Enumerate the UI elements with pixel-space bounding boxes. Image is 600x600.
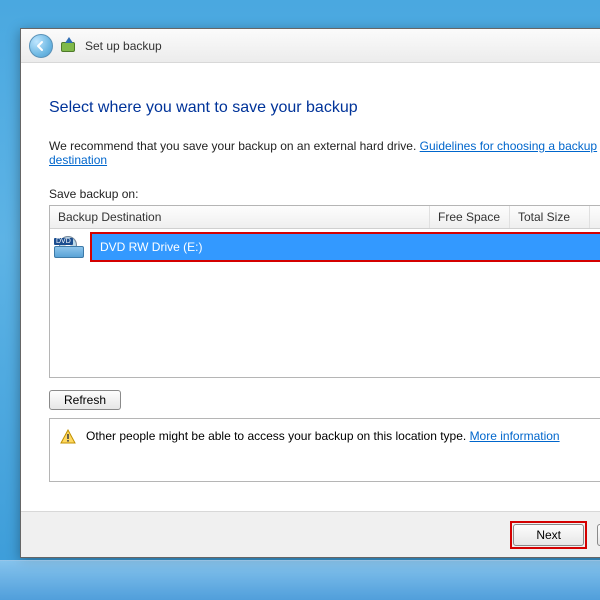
save-on-label: Save backup on: xyxy=(49,187,600,201)
col-total-size[interactable]: Total Size xyxy=(510,206,590,228)
back-button[interactable] xyxy=(29,34,53,58)
next-button[interactable]: Next xyxy=(513,524,584,546)
footer: Next Cancel xyxy=(21,511,600,557)
warning-box: Other people might be able to access you… xyxy=(49,418,600,482)
recommendation-text: We recommend that you save your backup o… xyxy=(49,139,600,167)
row-destination-name: DVD RW Drive (E:) xyxy=(100,240,436,254)
table-row[interactable]: DVD DVD RW Drive (E:) xyxy=(50,229,600,265)
more-information-link[interactable]: More information xyxy=(470,429,560,443)
titlebar: Set up backup xyxy=(21,29,600,63)
table-header: Backup Destination Free Space Total Size xyxy=(50,206,600,229)
window-title: Set up backup xyxy=(85,39,162,53)
backup-wizard-window: Set up backup Select where you want to s… xyxy=(20,28,600,558)
col-spacer xyxy=(590,206,600,228)
taskbar[interactable] xyxy=(0,560,600,600)
col-free-space[interactable]: Free Space xyxy=(430,206,510,228)
col-destination[interactable]: Backup Destination xyxy=(50,206,430,228)
page-heading: Select where you want to save your backu… xyxy=(49,99,600,117)
warning-text-container: Other people might be able to access you… xyxy=(86,429,560,443)
row-total-size xyxy=(516,240,596,254)
next-button-highlight: Next xyxy=(510,521,587,549)
row-free-space xyxy=(436,240,516,254)
refresh-button[interactable]: Refresh xyxy=(49,390,121,410)
backup-app-icon xyxy=(61,38,77,54)
warning-icon xyxy=(60,429,76,445)
recommendation-plain: We recommend that you save your backup o… xyxy=(49,139,420,153)
content-area: Select where you want to save your backu… xyxy=(21,63,600,492)
warning-text: Other people might be able to access you… xyxy=(86,429,470,443)
back-arrow-icon xyxy=(35,40,47,52)
destination-table: Backup Destination Free Space Total Size… xyxy=(49,205,600,378)
selected-destination-row[interactable]: DVD RW Drive (E:) xyxy=(90,232,600,262)
dvd-drive-icon: DVD xyxy=(54,236,84,258)
